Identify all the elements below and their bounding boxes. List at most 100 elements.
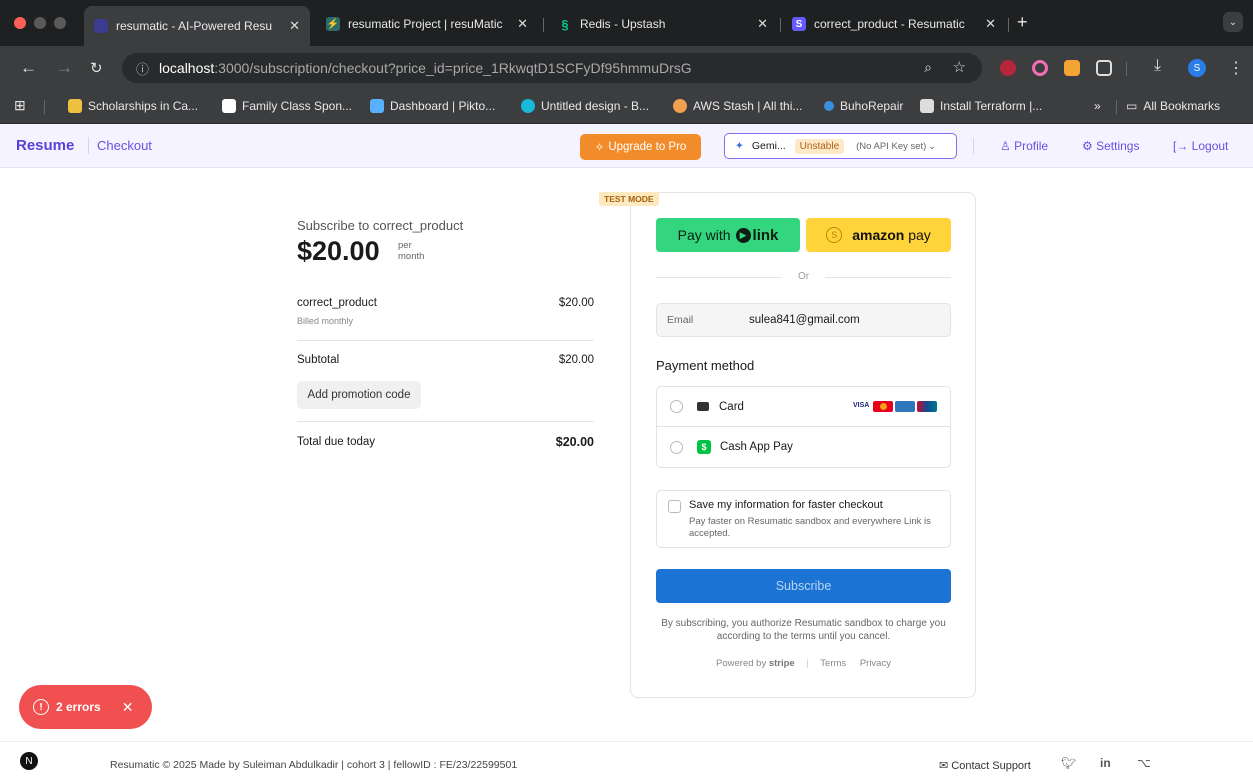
test-mode-badge: TEST MODE xyxy=(599,192,659,206)
close-tab-icon[interactable]: ✕ xyxy=(757,16,768,32)
all-bookmarks-label: All Bookmarks xyxy=(1143,99,1221,113)
minimize-window-icon[interactable] xyxy=(34,17,46,29)
close-tab-icon[interactable]: ✕ xyxy=(517,16,528,32)
bookmark-item[interactable]: BuhoRepair xyxy=(824,99,903,113)
amazon-pay-button[interactable]: S amazon pay xyxy=(806,218,951,252)
divider xyxy=(297,340,594,341)
browser-menu-icon[interactable]: ⋮ xyxy=(1228,58,1244,78)
site-info-icon[interactable]: ⓘ xyxy=(136,59,149,78)
profile-avatar[interactable]: S xyxy=(1188,59,1206,77)
browser-tab-stripe[interactable]: S correct_product - Resumatic ✕ xyxy=(782,8,1006,40)
price-period: per month xyxy=(398,240,424,262)
save-info-title: Save my information for faster checkout xyxy=(689,499,883,511)
ublock-extension-icon[interactable] xyxy=(1000,60,1016,76)
cash-app-icon: $ xyxy=(697,440,711,454)
mastercard-icon xyxy=(873,401,894,412)
browser-tab-redis[interactable]: § Redis - Upstash ✕ xyxy=(548,8,778,40)
linkedin-icon[interactable]: in xyxy=(1100,756,1111,770)
bookmark-item[interactable]: Untitled design - B... xyxy=(521,99,649,113)
logout-link[interactable]: [→ Logout xyxy=(1173,139,1228,153)
subtotal-value: $20.00 xyxy=(558,354,594,366)
toolbar-separator xyxy=(1126,62,1127,76)
close-icon[interactable]: ✕ xyxy=(122,699,134,716)
brand-logo[interactable]: Resume xyxy=(16,137,74,154)
apps-grid-icon[interactable]: ⊞ xyxy=(14,97,26,114)
more-bookmarks-icon[interactable]: » xyxy=(1094,99,1101,113)
nextjs-icon[interactable]: N xyxy=(20,752,38,770)
upgrade-to-pro-button[interactable]: ✧ Upgrade to Pro xyxy=(580,134,701,160)
card-label: Card xyxy=(719,400,744,413)
pay-with-link-button[interactable]: Pay with ▶ link xyxy=(656,218,800,252)
close-tab-icon[interactable]: ✕ xyxy=(985,16,996,32)
url-host: localhost xyxy=(159,60,215,76)
bookmark-favicon-icon xyxy=(68,99,82,113)
api-key-status: (No API Key set) xyxy=(856,140,927,152)
upgrade-label: Upgrade to Pro xyxy=(608,141,687,153)
all-bookmarks[interactable]: ▭ All Bookmarks xyxy=(1126,99,1220,113)
error-toast[interactable]: ! 2 errors ✕ xyxy=(19,685,152,729)
download-icon[interactable]: ⤓ xyxy=(1154,57,1161,75)
profile-link[interactable]: ♙ Profile xyxy=(1000,139,1048,153)
bookmark-star-icon[interactable]: ☆ xyxy=(953,58,966,76)
browser-tab-bar: resumatic - AI-Powered Resu ✕ ⚡ resumati… xyxy=(0,0,1253,46)
browser-toolbar: ← → ↻ ⓘ localhost:3000/subscription/chec… xyxy=(0,46,1253,90)
upstash-icon: § xyxy=(561,16,569,32)
visa-icon: VISA xyxy=(851,401,872,412)
bookmark-item[interactable]: Family Class Spon... xyxy=(222,99,352,113)
browser-tab-resumatic[interactable]: resumatic - AI-Powered Resu ✕ xyxy=(84,6,310,46)
save-info-checkbox[interactable] xyxy=(668,500,681,513)
breadcrumb-separator xyxy=(88,137,89,154)
new-tab-icon[interactable]: + xyxy=(1017,12,1028,33)
terms-link[interactable]: Terms xyxy=(820,658,846,669)
save-info-option[interactable]: Save my information for faster checkout … xyxy=(656,490,951,548)
header-separator xyxy=(973,138,974,154)
bookmark-favicon-icon xyxy=(521,99,535,113)
email-value: sulea841@gmail.com xyxy=(749,314,860,326)
footer: N Resumatic © 2025 Made by Suleiman Abdu… xyxy=(0,741,1253,776)
bookmark-item[interactable]: AWS Stash | All thi... xyxy=(673,99,802,113)
contact-support-link[interactable]: ✉ Contact Support xyxy=(939,759,1031,772)
card-brand-logos: VISA xyxy=(851,401,938,412)
reload-icon[interactable]: ↻ xyxy=(90,59,103,77)
model-selector[interactable]: ✦ Gemi... Unstable (No API Key set) ⌄ xyxy=(724,133,957,159)
total-label: Total due today xyxy=(297,436,376,448)
close-window-icon[interactable] xyxy=(14,17,26,29)
link-arrow-icon: ▶ xyxy=(735,227,751,243)
payment-option-card[interactable]: Card VISA xyxy=(657,387,950,427)
tab-title: Redis - Upstash xyxy=(580,17,666,31)
email-field[interactable]: Email sulea841@gmail.com xyxy=(656,303,951,337)
subtotal-label: Subtotal xyxy=(297,354,340,366)
alert-icon: ! xyxy=(33,699,49,715)
legal-text: By subscribing, you authorize Resumatic … xyxy=(661,618,946,642)
unionpay-icon xyxy=(917,401,938,412)
tab-search-icon[interactable]: ⌄ xyxy=(1223,12,1243,32)
settings-link[interactable]: ⚙ Settings xyxy=(1082,139,1139,153)
browser-tab-project[interactable]: ⚡ resumatic Project | resuMatic ✕ xyxy=(316,8,538,40)
github-icon[interactable]: ⌥ xyxy=(1137,756,1151,770)
card-radio[interactable] xyxy=(670,400,683,413)
extensions-puzzle-icon[interactable] xyxy=(1096,60,1112,76)
stripe-logo[interactable]: stripe xyxy=(769,658,795,669)
add-promotion-code-button[interactable]: Add promotion code xyxy=(297,381,421,409)
cashapp-radio[interactable] xyxy=(670,440,683,454)
zoom-icon[interactable]: ⌕ xyxy=(924,59,932,76)
gemini-icon: ✦ xyxy=(735,140,744,152)
forward-icon[interactable]: → xyxy=(56,58,73,78)
twitter-icon[interactable]: 🐦︎ xyxy=(1061,756,1076,770)
maximize-window-icon[interactable] xyxy=(54,17,66,29)
bookmark-label: BuhoRepair xyxy=(840,99,904,113)
back-icon[interactable]: ← xyxy=(20,58,37,78)
bookmark-item[interactable]: Install Terraform |... xyxy=(920,99,1042,113)
extension-icon[interactable] xyxy=(1064,60,1080,76)
tab-favicon-icon xyxy=(94,19,108,33)
extension-icon[interactable] xyxy=(1032,60,1048,76)
address-bar[interactable]: ⓘ localhost:3000/subscription/checkout?p… xyxy=(122,53,982,83)
folder-icon: ▭ xyxy=(1126,99,1138,113)
breadcrumb-checkout[interactable]: Checkout xyxy=(97,138,152,153)
close-tab-icon[interactable]: ✕ xyxy=(289,18,300,34)
subscribe-button[interactable]: Subscribe xyxy=(656,569,951,603)
payment-option-cashapp[interactable]: $ Cash App Pay xyxy=(657,427,950,467)
bookmark-item[interactable]: Scholarships in Ca... xyxy=(68,99,198,113)
privacy-link[interactable]: Privacy xyxy=(860,658,891,669)
bookmark-item[interactable]: Dashboard | Pikto... xyxy=(370,99,495,113)
